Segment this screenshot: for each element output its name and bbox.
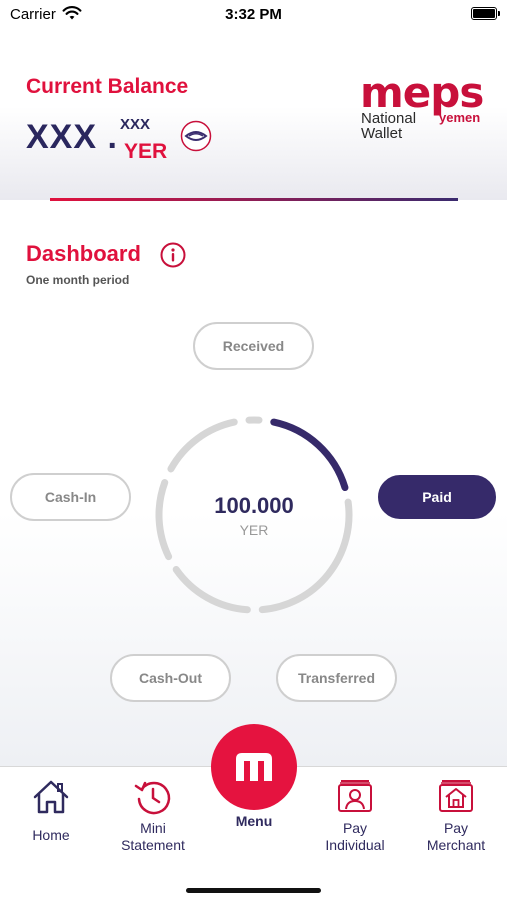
nav-mini-label-2: Statement bbox=[121, 837, 185, 853]
logo-country: yemen bbox=[439, 110, 481, 125]
nav-pay-merchant[interactable]: Pay Merchant bbox=[414, 777, 498, 854]
eye-icon[interactable] bbox=[180, 120, 212, 152]
nav-mini-label-1: Mini bbox=[140, 820, 166, 836]
filter-cash-out-button[interactable]: Cash-Out bbox=[110, 654, 231, 702]
menu-label: Menu bbox=[235, 813, 273, 829]
balance-header: Current Balance XXX . XXX YER meps Natio… bbox=[0, 30, 507, 200]
history-icon bbox=[134, 781, 171, 815]
nav-pay-individual[interactable]: Pay Individual bbox=[310, 777, 400, 854]
menu-button[interactable] bbox=[211, 724, 297, 810]
nav-mini-statement[interactable]: Mini Statement bbox=[110, 777, 196, 854]
nav-home-label: Home bbox=[32, 827, 70, 843]
filter-received-button[interactable]: Received bbox=[193, 322, 314, 370]
dashboard-section: Dashboard One month period Received Cash… bbox=[0, 201, 507, 766]
home-indicator bbox=[186, 888, 321, 893]
nav-pay-individual-label-2: Individual bbox=[325, 837, 385, 853]
balance-amount: XXX . bbox=[26, 118, 118, 156]
nav-pay-individual-label-1: Pay bbox=[342, 820, 368, 836]
filter-transferred-button[interactable]: Transferred bbox=[276, 654, 397, 702]
clock: 3:32 PM bbox=[225, 6, 282, 23]
filter-cash-in-button[interactable]: Cash-In bbox=[10, 473, 131, 521]
balance-currency: YER bbox=[124, 140, 168, 163]
ring-segment-paid bbox=[270, 418, 349, 492]
balance-title: Current Balance bbox=[26, 75, 189, 98]
battery-icon bbox=[471, 7, 500, 20]
home-icon bbox=[33, 780, 69, 814]
pay-merchant-icon bbox=[439, 780, 473, 812]
logo-wallet: Wallet bbox=[361, 125, 403, 142]
pay-individual-icon bbox=[338, 780, 372, 812]
info-icon[interactable] bbox=[160, 242, 186, 268]
nav-pay-merchant-label-2: Merchant bbox=[426, 837, 486, 853]
nav-home[interactable]: Home bbox=[16, 777, 86, 844]
ring-segment-2 bbox=[172, 565, 251, 614]
ring-total-amount: 100.000 bbox=[214, 493, 294, 518]
meps-logo: meps National yemen Wallet bbox=[360, 68, 484, 142]
dashboard-period: One month period bbox=[26, 273, 130, 287]
status-bar: Carrier 3:32 PM bbox=[0, 0, 507, 30]
ring-total-currency: YER bbox=[239, 522, 269, 538]
nav-pay-merchant-label-1: Pay bbox=[443, 820, 469, 836]
balance-decimals: XXX bbox=[120, 116, 151, 133]
dashboard-title: Dashboard bbox=[26, 241, 141, 266]
meps-m-icon bbox=[236, 753, 272, 781]
filter-paid-button[interactable]: Paid bbox=[378, 475, 496, 519]
ring-segment-4 bbox=[167, 418, 238, 473]
